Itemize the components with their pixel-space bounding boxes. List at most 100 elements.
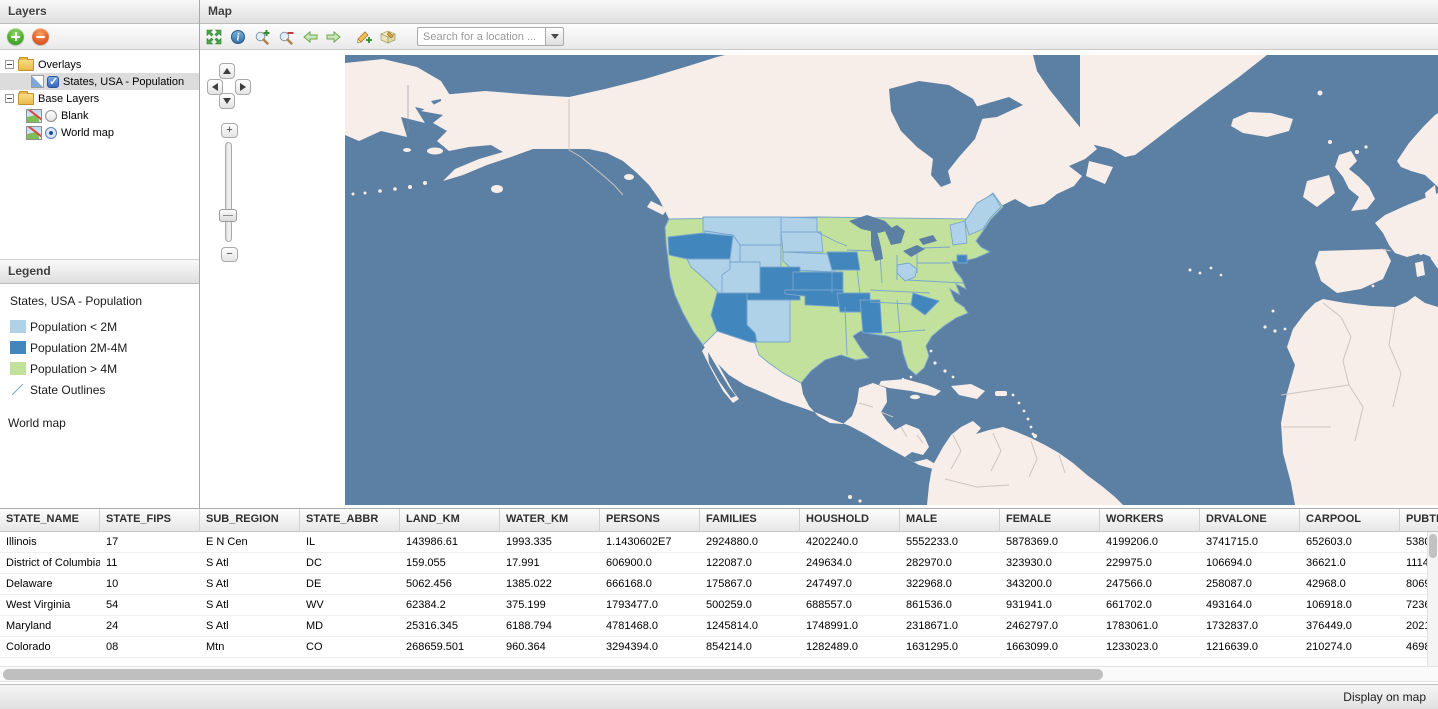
table-cell: 861536.0: [900, 595, 1000, 615]
table-cell: 3294394.0: [600, 637, 700, 657]
base-layer-radio-blank[interactable]: [45, 110, 57, 122]
tree-node-label: Overlays: [38, 59, 81, 71]
table-cell: 247566.0: [1100, 574, 1200, 594]
table-cell: 268659.501: [400, 637, 500, 657]
table-cell: S Atl: [200, 616, 300, 636]
column-header[interactable]: FAMILIES: [700, 509, 800, 532]
table-cell: 2462797.0: [1000, 616, 1100, 636]
zoom-in-icon[interactable]: [253, 28, 271, 46]
previous-extent-icon[interactable]: [301, 28, 319, 46]
table-cell: 1663099.0: [1000, 637, 1100, 657]
column-header[interactable]: SUB_REGION: [200, 509, 300, 532]
tree-node-label: World map: [61, 127, 114, 139]
feature-info-icon[interactable]: i: [229, 28, 247, 46]
pan-up-button[interactable]: [219, 63, 235, 79]
column-header[interactable]: WORKERS: [1100, 509, 1200, 532]
left-arrow-icon: [212, 83, 218, 91]
table-cell: Delaware: [0, 574, 100, 594]
column-header[interactable]: STATE_FIPS: [100, 509, 200, 532]
layers-tree: Overlays States, USA - Population Base L…: [0, 50, 199, 260]
svg-text:i: i: [237, 32, 240, 43]
table-row[interactable]: District of Columbia11S AtlDC159.05517.9…: [0, 553, 1438, 574]
column-header[interactable]: CARPOOL: [1300, 509, 1400, 532]
search-dropdown-trigger[interactable]: [545, 27, 564, 46]
column-header[interactable]: PUBTRANS: [1400, 509, 1438, 532]
tree-node-label: States, USA - Population: [63, 76, 184, 88]
column-header[interactable]: STATE_ABBR: [300, 509, 400, 532]
tree-node-base-layers[interactable]: Base Layers: [0, 90, 199, 107]
collapse-icon[interactable]: [5, 60, 14, 69]
legend-panel-title: Legend: [0, 260, 199, 284]
tree-node-blank-layer[interactable]: Blank: [0, 107, 199, 124]
table-cell: 17.991: [500, 553, 600, 573]
map-viewport[interactable]: + −: [200, 51, 1438, 508]
table-cell: District of Columbia: [0, 553, 100, 573]
measure-draw-icon[interactable]: [355, 28, 373, 46]
table-row[interactable]: Delaware10S AtlDE5062.4561385.022666168.…: [0, 574, 1438, 595]
table-row[interactable]: Colorado08MtnCO268659.501960.3643294394.…: [0, 637, 1438, 658]
table-cell: 376449.0: [1300, 616, 1400, 636]
base-layer-radio-world-map[interactable]: [45, 127, 57, 139]
column-header[interactable]: HOUSHOLD: [800, 509, 900, 532]
tree-node-world-map-layer[interactable]: World map: [0, 124, 199, 141]
legend-item: Population 2M-4M: [10, 337, 199, 358]
vertical-scrollbar-thumb[interactable]: [1429, 534, 1437, 558]
table-cell: 1748991.0: [800, 616, 900, 636]
raster-layer-icon: [26, 126, 42, 140]
tree-node-overlays[interactable]: Overlays: [0, 56, 199, 73]
column-header[interactable]: FEMALE: [1000, 509, 1100, 532]
table-cell: 282970.0: [900, 553, 1000, 573]
pan-down-button[interactable]: [219, 93, 235, 109]
zoom-in-button[interactable]: +: [221, 123, 238, 138]
table-row[interactable]: Maryland24S AtlMD25316.3456188.794478146…: [0, 616, 1438, 637]
horizontal-scrollbar-thumb[interactable]: [3, 669, 1103, 680]
table-cell: 25316.345: [400, 616, 500, 636]
search-input[interactable]: [417, 27, 545, 46]
zoom-max-extent-icon[interactable]: [205, 28, 223, 46]
column-header[interactable]: MALE: [900, 509, 1000, 532]
display-on-map-button[interactable]: Display on map: [1343, 690, 1426, 704]
zoom-out-icon[interactable]: [277, 28, 295, 46]
table-body: Illinois17E N CenIL143986.611993.3351.14…: [0, 532, 1438, 658]
legend-label: Population > 4M: [30, 362, 117, 376]
column-header[interactable]: DRVALONE: [1200, 509, 1300, 532]
table-row[interactable]: West Virginia54S AtlWV62384.2375.1991793…: [0, 595, 1438, 616]
collapse-icon[interactable]: [5, 94, 14, 103]
remove-layer-button[interactable]: [32, 28, 49, 45]
tree-node-states-layer[interactable]: States, USA - Population: [0, 73, 199, 90]
zoom-out-button[interactable]: −: [221, 247, 238, 262]
edit-styles-icon[interactable]: [379, 28, 397, 46]
table-cell: 493164.0: [1200, 595, 1300, 615]
tree-node-label: Blank: [61, 110, 89, 122]
table-cell: 500259.0: [700, 595, 800, 615]
map-canvas[interactable]: [345, 55, 1438, 505]
column-header[interactable]: PERSONS: [600, 509, 700, 532]
left-column: Layers Overlays States, USA - Population…: [0, 0, 200, 508]
zoom-slider-track[interactable]: [225, 142, 232, 242]
next-extent-icon[interactable]: [325, 28, 343, 46]
add-layer-button[interactable]: [7, 28, 24, 45]
legend-label: Population < 2M: [30, 320, 117, 334]
column-header[interactable]: WATER_KM: [500, 509, 600, 532]
column-header[interactable]: LAND_KM: [400, 509, 500, 532]
table-cell: DE: [300, 574, 400, 594]
table-cell: 3741715.0: [1200, 532, 1300, 552]
table-cell: 1282489.0: [800, 637, 900, 657]
layer-visibility-checkbox[interactable]: [47, 76, 59, 88]
table-cell: 5062.456: [400, 574, 500, 594]
table-cell: 17: [100, 532, 200, 552]
pan-right-button[interactable]: [235, 79, 251, 95]
column-header[interactable]: STATE_NAME: [0, 509, 100, 532]
table-header-row: STATE_NAMESTATE_FIPSSUB_REGIONSTATE_ABBR…: [0, 509, 1438, 532]
table-cell: MD: [300, 616, 400, 636]
vertical-scrollbar[interactable]: [1427, 532, 1438, 666]
legend-swatch-pop-lt-2m: [10, 320, 26, 333]
table-cell: 375.199: [500, 595, 600, 615]
table-cell: 652603.0: [1300, 532, 1400, 552]
table-cell: 258087.0: [1200, 574, 1300, 594]
table-cell: Mtn: [200, 637, 300, 657]
horizontal-scrollbar[interactable]: [0, 666, 1438, 682]
legend-label: State Outlines: [30, 383, 105, 397]
zoom-slider-thumb[interactable]: [219, 209, 237, 222]
table-row[interactable]: Illinois17E N CenIL143986.611993.3351.14…: [0, 532, 1438, 553]
